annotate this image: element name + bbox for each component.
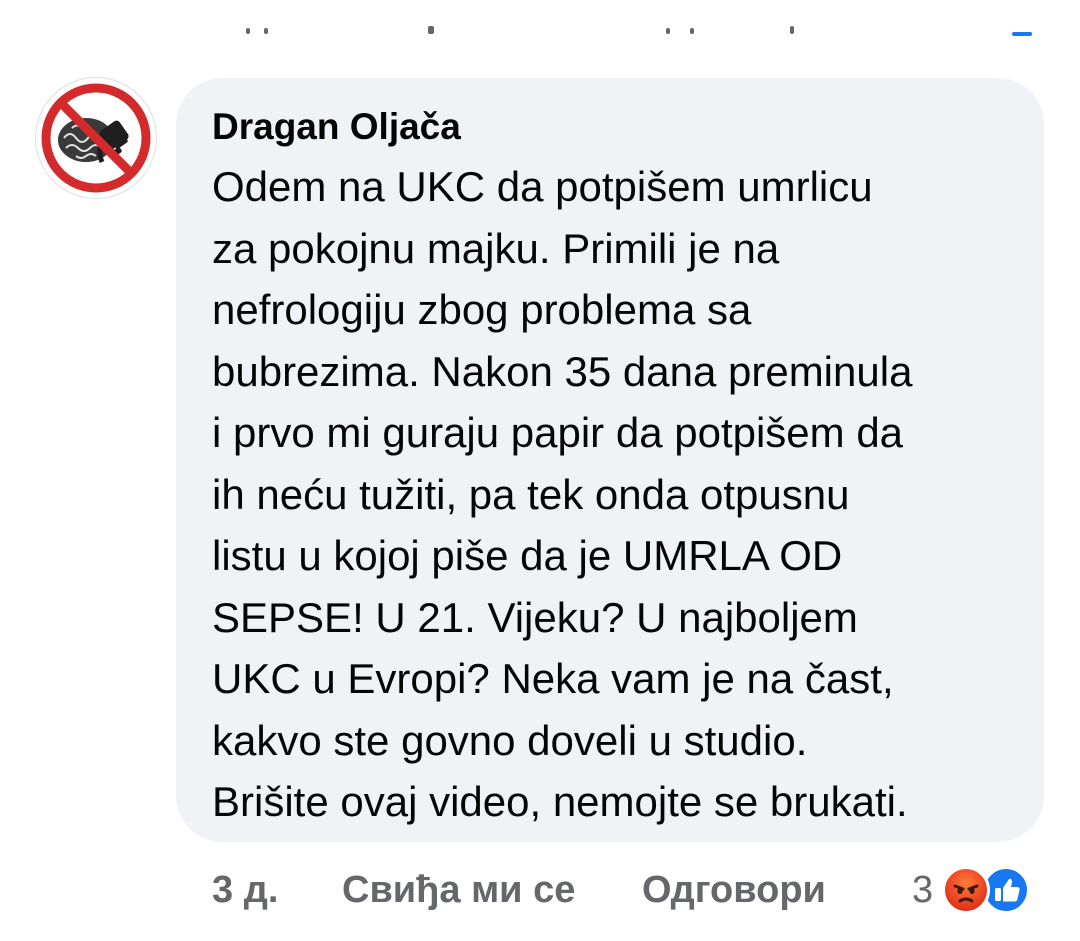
- comment-text-line: SEPSE! U 21. Vijeku? U najboljem: [212, 593, 858, 641]
- comment-text-line: listu u kojoj piše da je UMRLA OD: [212, 532, 843, 579]
- comment-timestamp[interactable]: 3 д.: [212, 868, 278, 912]
- comment-text-line: bubrezima. Nakon 35 dana preminula: [212, 347, 913, 395]
- comment-text: Odem na UKC da potpišem umrlicu za pokoj…: [212, 156, 1014, 833]
- comment-text-line: Odem na UKC da potpišem umrlicu: [212, 163, 873, 210]
- previous-row-remnant: [0, 22, 1080, 38]
- comment-text-line: za pokojnu majku. Primili je na: [212, 224, 780, 272]
- avatar[interactable]: [36, 78, 156, 198]
- like-button[interactable]: Свиђа ми се: [342, 868, 575, 912]
- comment-text-line: i prvo mi guraju papir da potpišem da: [212, 409, 904, 456]
- no-brain-plug-icon: [38, 80, 154, 196]
- comment-text-line: kakvo ste govno doveli u studio.: [212, 716, 808, 764]
- reaction-count: 3: [912, 869, 934, 911]
- angry-reaction-icon: [942, 866, 990, 914]
- comment-text-line: ih neću tužiti, pa tek onda otpusnu: [212, 470, 850, 518]
- comment-text-line: nefrologiju zbog problema sa: [212, 286, 752, 333]
- reply-button[interactable]: Одговори: [642, 868, 826, 912]
- comment-bubble: Dragan Oljača Odem na UKC da potpišem um…: [176, 78, 1044, 842]
- comment-text-line: UKC u Evropi? Neka vam je na čast,: [212, 655, 894, 702]
- comment-author[interactable]: Dragan Oljača: [212, 104, 1014, 150]
- comment-thread: Dragan Oljača Odem na UKC da potpišem um…: [0, 0, 1080, 941]
- comment-text-line: Brišite ovaj video, nemojte se brukati.: [212, 778, 908, 825]
- comment-actions: 3 д. Свиђа ми се Одговори 3: [0, 862, 1080, 918]
